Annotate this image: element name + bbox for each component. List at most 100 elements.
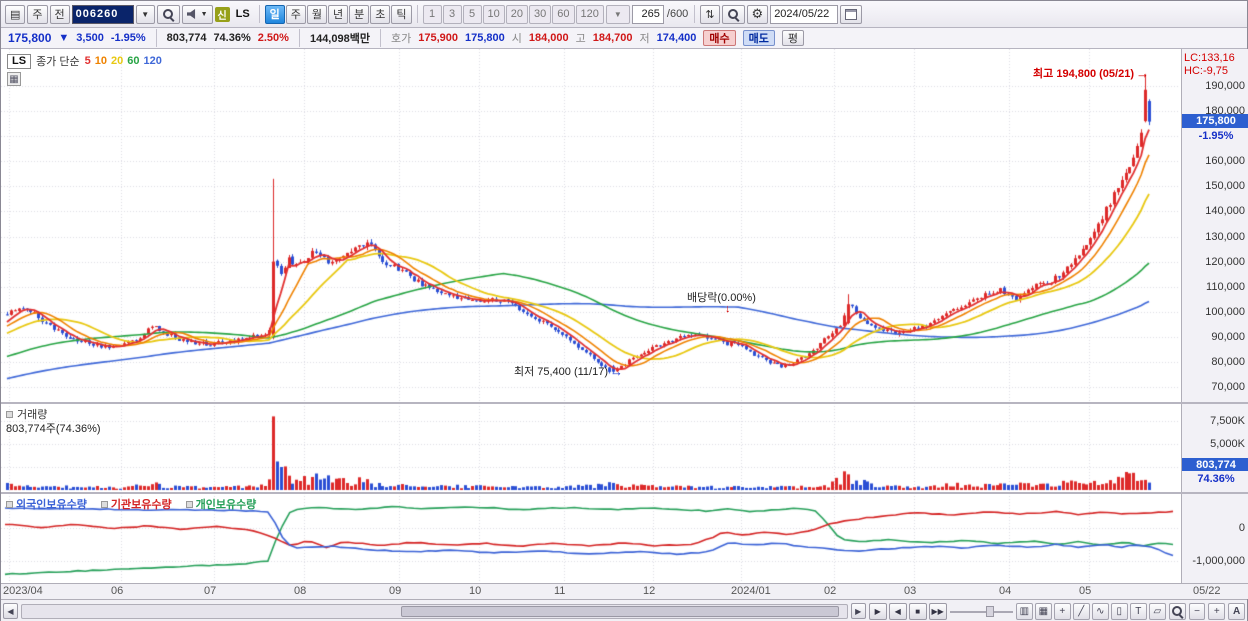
ma-period-120: 120 <box>143 55 162 67</box>
annotation-high: 최고 194,800 (05/21) → <box>1033 65 1149 81</box>
period-tab-년[interactable]: 년 <box>328 4 349 24</box>
open-price: 184,000 <box>528 32 569 44</box>
period-tab-분[interactable]: 분 <box>349 4 370 24</box>
calendar-button[interactable] <box>840 4 863 24</box>
step-back-button[interactable]: ◀ <box>888 602 907 620</box>
menu-icon: ▤ <box>10 8 21 21</box>
ma-legend-values: 5 10 20 60 120 <box>85 55 166 67</box>
buy-button[interactable]: 매수 <box>703 30 736 46</box>
annotation-exdiv-text: 배당락(0.00%) <box>687 292 756 304</box>
interval-button-60[interactable]: 60 <box>552 4 575 24</box>
speaker-button[interactable]: ▼ <box>181 4 213 24</box>
period-tab-주[interactable]: 주 <box>285 4 306 24</box>
x-axis-label: 09 <box>389 585 402 597</box>
period-tab-일[interactable]: 일 <box>264 4 285 24</box>
sell-button[interactable]: 매도 <box>742 30 775 46</box>
high-label: 고 <box>575 33 586 45</box>
interval-button-1[interactable]: 1 <box>422 4 442 24</box>
x-axis-right-label: 05/22 <box>1193 585 1221 597</box>
arrow-right-icon: → <box>610 363 623 379</box>
zoom-search-button[interactable] <box>1168 602 1186 620</box>
date-input[interactable] <box>770 4 839 24</box>
interval-dropdown[interactable]: ▼ <box>605 4 630 24</box>
slider-thumb[interactable] <box>986 605 995 617</box>
individual-legend-icon <box>185 500 193 508</box>
chart-zoom-button[interactable] <box>721 4 745 24</box>
x-axis-label: 03 <box>904 585 917 597</box>
search-button[interactable] <box>156 4 180 24</box>
interval-button-3[interactable]: 3 <box>442 4 462 24</box>
price-change: 3,500 <box>76 32 104 44</box>
code-dropdown-button[interactable]: ▼ <box>135 4 155 24</box>
scroll-right-button[interactable]: ▶ <box>850 603 866 619</box>
chart-scrollbar[interactable] <box>20 603 848 619</box>
chart-tools: ▥ ▦ + ╱ ∿ ▯ T ▱ <box>1015 602 1166 620</box>
auto-scale-button[interactable]: A <box>1228 602 1245 620</box>
interval-button-120[interactable]: 120 <box>575 4 604 24</box>
tool-eraser-icon[interactable]: ▱ <box>1148 602 1166 620</box>
avg-button[interactable]: 평 <box>781 30 805 46</box>
interval-button-10[interactable]: 10 <box>482 4 505 24</box>
play-button[interactable]: ▶ <box>868 602 887 620</box>
zoom-in-button[interactable]: + <box>1208 602 1226 620</box>
volume-axis-label: 7,500K <box>1210 415 1245 427</box>
chart-legend: LS 종가 단순 5 10 20 60 120 <box>7 53 166 69</box>
stock-type-badge: 신 <box>214 6 230 22</box>
current-price-badge: 175,800 <box>1182 114 1248 128</box>
stock-name-label: LS <box>235 8 250 20</box>
updown-arrows-icon: ⇅ <box>705 8 715 21</box>
annotation-high-text: 최고 194,800 (05/21) <box>1033 68 1134 80</box>
tool-wave-icon[interactable]: ∿ <box>1091 602 1109 620</box>
change-arrow-icon: ▼ <box>58 32 70 44</box>
separator <box>298 29 300 47</box>
range-pct: 2.50% <box>257 32 289 44</box>
compare-button[interactable]: ⇅ <box>700 4 720 24</box>
zoom-out-button[interactable]: − <box>1188 602 1206 620</box>
ownership-axis-label: 0 <box>1238 522 1245 534</box>
scrollbar-thumb[interactable] <box>401 605 839 617</box>
prev-button[interactable]: 전 <box>49 4 70 24</box>
x-axis: 2023/04 06 07 08 09 10 11 12 2024/01 02 03 04 05 05/… <box>1 583 1248 599</box>
ownership-legend-foreign: 외국인보유수량 <box>6 496 87 512</box>
x-axis-label: 2023/04 <box>3 585 43 597</box>
price-axis-label: 100,000 <box>1205 305 1245 318</box>
gear-icon: ⚙ <box>751 6 764 21</box>
scroll-left-button[interactable]: ◀ <box>3 603 18 619</box>
volume-subtitle: 803,774주(74.36%) <box>6 423 101 435</box>
speed-slider[interactable] <box>949 603 1013 620</box>
stock-code-input[interactable] <box>71 4 134 24</box>
bars-count-input[interactable] <box>631 4 664 24</box>
x-axis-label: 06 <box>111 585 124 597</box>
speaker-icon <box>186 9 196 19</box>
stop-button[interactable]: ■ <box>908 602 927 620</box>
tool-trendline-icon[interactable]: ╱ <box>1072 602 1090 620</box>
ownership-legend-individual: 개인보유수량 <box>185 496 257 512</box>
individual-legend-label: 개인보유수량 <box>195 499 257 511</box>
period-tab-월[interactable]: 월 <box>306 4 328 24</box>
tool-bar-style-icon[interactable]: ▯ <box>1110 602 1128 620</box>
main-toolbar: ▤ 주 전 ▼ ▼ 신 LS 일주월년분초틱 13510203060120 ▼ … <box>1 1 1247 28</box>
price-axis-label: 80,000 <box>1211 355 1245 368</box>
tool-value-table-icon[interactable]: ▥ <box>1015 602 1033 620</box>
tool-crosshair-icon[interactable]: + <box>1053 602 1071 620</box>
interval-button-5[interactable]: 5 <box>462 4 482 24</box>
x-axis-label: 10 <box>469 585 482 597</box>
pane-splitter[interactable] <box>1 402 1248 404</box>
current-pct-badge: -1.95% <box>1182 129 1248 142</box>
bid-price: 175,800 <box>464 32 505 44</box>
period-tab-틱[interactable]: 틱 <box>391 4 412 24</box>
period-tab-초[interactable]: 초 <box>370 4 391 24</box>
settings-button[interactable]: ⚙ <box>746 4 769 24</box>
ma-legend-prefix: 종가 단순 <box>36 56 80 68</box>
interval-button-20[interactable]: 20 <box>505 4 529 24</box>
tool-text-tool-icon[interactable]: T <box>1129 602 1147 620</box>
fast-forward-button[interactable]: ▶▶ <box>928 602 947 620</box>
mini-grid-icon[interactable]: ▦ <box>7 72 21 86</box>
volume-ratio: 74.36% <box>213 32 251 44</box>
x-axis-label: 12 <box>643 585 656 597</box>
pane-splitter[interactable] <box>1 492 1248 494</box>
interval-button-30[interactable]: 30 <box>529 4 552 24</box>
week-button[interactable]: 주 <box>27 4 48 24</box>
chart-menu-button[interactable]: ▤ <box>5 4 26 24</box>
tool-grid-icon[interactable]: ▦ <box>1034 602 1052 620</box>
